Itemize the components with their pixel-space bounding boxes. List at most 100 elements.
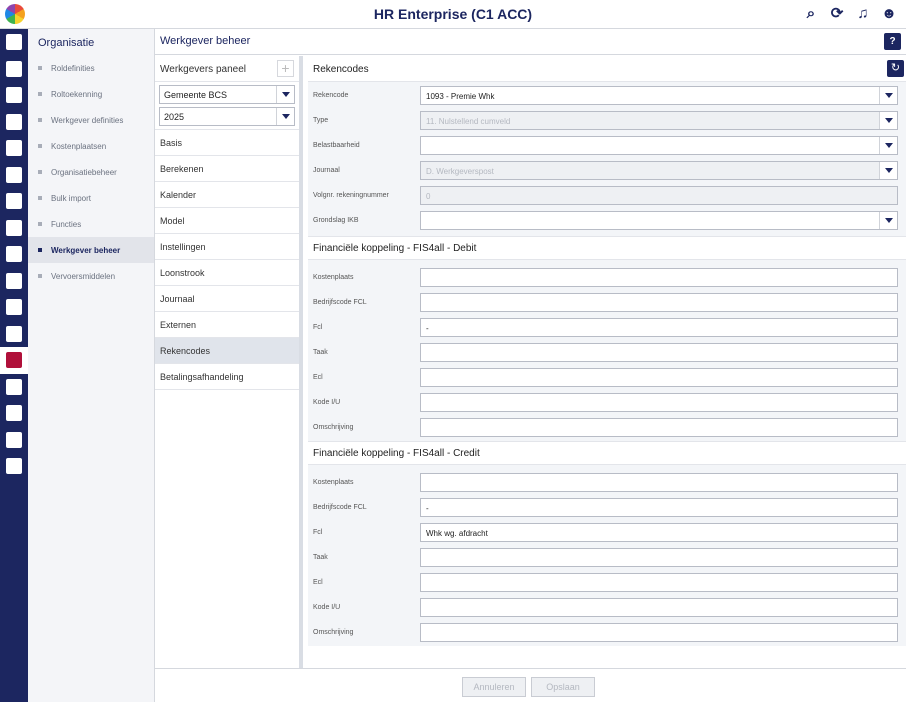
field-label: Kode I/U [313, 604, 341, 611]
panel-list: Basis Berekenen Kalender Model Instellin… [155, 129, 299, 390]
save-button[interactable]: Opslaan [531, 677, 595, 697]
nav-item-vervoersmiddelen[interactable]: Vervoersmiddelen [28, 263, 154, 289]
chevron-down-icon [879, 137, 897, 154]
field-label: Type [313, 117, 329, 124]
panel-item-model[interactable]: Model [155, 208, 299, 234]
calculator-icon[interactable] [0, 188, 28, 215]
debit-ecl-field[interactable] [420, 368, 898, 387]
panel-item-betalingsafhandeling[interactable]: Betalingsafhandeling [155, 364, 299, 390]
field-label: Fcl [313, 324, 323, 331]
panel-item-rekencodes[interactable]: Rekencodes [155, 338, 299, 364]
nav-item-werkgever-definities[interactable]: Werkgever definities [28, 107, 154, 133]
field-label: Taak [313, 554, 328, 561]
grondslag-ikb-select[interactable] [420, 211, 898, 230]
document-icon[interactable] [0, 374, 28, 401]
nav-item-label: Roltoekenning [51, 89, 103, 99]
debit-section-title: Financiële koppeling - FIS4all - Debit [313, 243, 477, 254]
field-label: Rekencode [313, 92, 349, 99]
field-label: Omschrijving [313, 629, 354, 636]
panel-item-instellingen[interactable]: Instellingen [155, 234, 299, 260]
form-row: Type 11. Nulstellend cumveld [308, 107, 906, 132]
employer-select[interactable]: Gemeente BCS [159, 85, 295, 104]
hand-money-icon[interactable] [0, 427, 28, 454]
app-title: HR Enterprise (C1 ACC) [373, 6, 533, 22]
payroll-icon[interactable] [0, 268, 28, 295]
folder-icon[interactable] [0, 109, 28, 136]
credit-ecl-field[interactable] [420, 573, 898, 592]
field-value: 0 [426, 192, 431, 201]
panel-item-basis[interactable]: Basis [155, 130, 299, 156]
search-icon[interactable]: ⌕ [802, 4, 820, 24]
credit-kostenplaats-field[interactable] [420, 473, 898, 492]
field-label: Fcl [313, 529, 323, 536]
credit-bedrijfscode-field[interactable]: - [420, 498, 898, 517]
belastbaarheid-select[interactable] [420, 136, 898, 155]
debit-section-header: Financiële koppeling - FIS4all - Debit [308, 236, 906, 260]
id-card-icon[interactable] [0, 82, 28, 109]
nav-item-organisatiebeheer[interactable]: Organisatiebeheer [28, 159, 154, 185]
rekencode-form: Rekencode 1093 - Premie Whk Type 11. Nul… [308, 82, 906, 236]
debit-omschrijving-field[interactable] [420, 418, 898, 437]
panel-title: Werkgevers paneel [160, 64, 246, 75]
dashboard-icon[interactable] [0, 29, 28, 56]
user-icon[interactable]: ☻ [880, 4, 898, 24]
field-value: D. Werkgeverspost [426, 167, 494, 176]
field-label: Grondslag IKB [313, 217, 359, 224]
badge-icon[interactable] [0, 321, 28, 348]
panel-item-berekenen[interactable]: Berekenen [155, 156, 299, 182]
file-icon[interactable] [0, 400, 28, 427]
refresh-button[interactable]: ↻ [887, 60, 904, 77]
nav-item-werkgever-beheer[interactable]: Werkgever beheer [28, 237, 154, 263]
credit-fcl-field[interactable]: Whk wg. afdracht [420, 523, 898, 542]
chevron-down-icon [879, 212, 897, 229]
panel-item-kalender[interactable]: Kalender [155, 182, 299, 208]
medical-icon[interactable] [0, 162, 28, 189]
field-label: Belastbaarheid [313, 142, 360, 149]
chevron-down-icon [276, 86, 294, 103]
page-title: Werkgever beheer [160, 35, 251, 47]
person-icon[interactable] [0, 294, 28, 321]
top-bar: HR Enterprise (C1 ACC) ⌕ ⟳ ♫ ☻ [0, 0, 906, 29]
calendar-icon[interactable] [0, 135, 28, 162]
rekencodes-content: Rekencodes ↻ Rekencode 1093 - Premie Whk… [308, 56, 906, 668]
add-button[interactable]: + [277, 60, 294, 77]
debit-bedrijfscode-field[interactable] [420, 293, 898, 312]
type-select[interactable]: 11. Nulstellend cumveld [420, 111, 898, 130]
debit-taak-field[interactable] [420, 343, 898, 362]
debit-kode-field[interactable] [420, 393, 898, 412]
credit-taak-field[interactable] [420, 548, 898, 567]
nav-item-functies[interactable]: Functies [28, 211, 154, 237]
field-label: Kostenplaats [313, 479, 354, 486]
panel-item-externen[interactable]: Externen [155, 312, 299, 338]
debit-fcl-field[interactable]: - [420, 318, 898, 337]
help-button[interactable]: ? [884, 33, 901, 50]
field-label: Journaal [313, 167, 340, 174]
field-label: Bedrijfscode FCL [313, 299, 367, 306]
settings-icon[interactable] [0, 453, 28, 480]
icon-rail [0, 29, 28, 702]
cancel-button[interactable]: Annuleren [462, 677, 526, 697]
main-area: Werkgever beheer ? Werkgevers paneel + G… [155, 29, 906, 702]
money-bag-icon[interactable] [0, 215, 28, 242]
rekencode-select[interactable]: 1093 - Premie Whk [420, 86, 898, 105]
credit-kode-field[interactable] [420, 598, 898, 617]
euro-icon[interactable] [0, 241, 28, 268]
year-select[interactable]: 2025 [159, 107, 295, 126]
field-label: Bedrijfscode FCL [313, 504, 367, 511]
panel-item-journaal[interactable]: Journaal [155, 286, 299, 312]
bank-icon[interactable] [0, 347, 28, 374]
nav-item-bulk-import[interactable]: Bulk import [28, 185, 154, 211]
journaal-select[interactable]: D. Werkgeverspost [420, 161, 898, 180]
volgnr-field[interactable]: 0 [420, 186, 898, 205]
refresh-user-icon[interactable]: ⟳ [828, 4, 846, 24]
panel-item-loonstrook[interactable]: Loonstrook [155, 260, 299, 286]
search-icon[interactable] [0, 56, 28, 83]
credit-omschrijving-field[interactable] [420, 623, 898, 642]
nav-item-roltoekenning[interactable]: Roltoekenning [28, 81, 154, 107]
nav-item-kostenplaatsen[interactable]: Kostenplaatsen [28, 133, 154, 159]
form-row: Fcl Whk wg. afdracht [308, 519, 906, 544]
nav-item-roldefinities[interactable]: Roldefinities [28, 55, 154, 81]
debit-kostenplaats-field[interactable] [420, 268, 898, 287]
form-row: Grondslag IKB [308, 207, 906, 232]
bell-icon[interactable]: ♫ [854, 4, 872, 24]
